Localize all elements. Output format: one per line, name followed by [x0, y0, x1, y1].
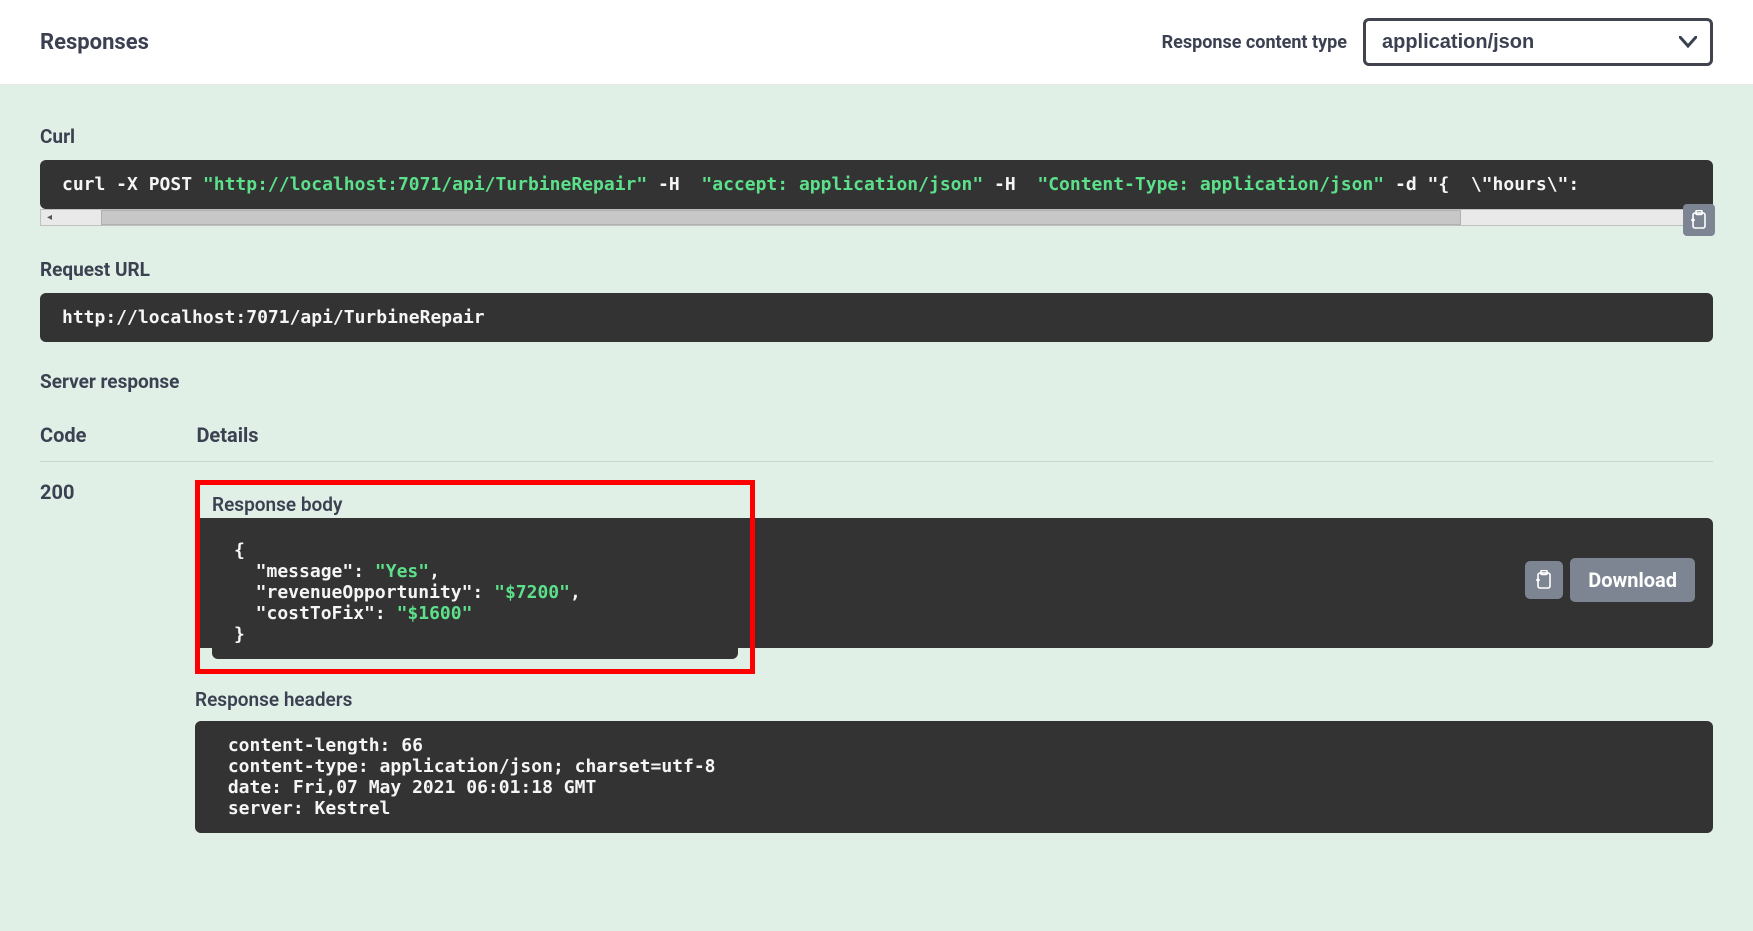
json-line: }	[234, 624, 245, 645]
curl-h2flag: -H	[983, 174, 1037, 195]
content-type-select-wrap: application/json	[1363, 18, 1713, 66]
clipboard-icon	[1535, 570, 1553, 590]
json-colon: :	[353, 561, 375, 582]
responses-header: Responses Response content type applicat…	[0, 0, 1753, 85]
server-response-label: Server response	[40, 370, 1713, 393]
curl-h1val: "accept: application/json"	[701, 174, 983, 195]
json-key: "message"	[234, 561, 353, 582]
json-comma: ,	[570, 582, 581, 603]
json-line: {	[234, 540, 245, 561]
request-url-section: Request URL http://localhost:7071/api/Tu…	[40, 258, 1713, 342]
response-table-header: Code Details	[40, 405, 1713, 462]
response-body-highlight-box: Response body { "message": "Yes", "reven…	[195, 480, 755, 674]
content-type-label: Response content type	[1162, 32, 1347, 53]
curl-section: Curl curl -X POST "http://localhost:7071…	[40, 125, 1713, 226]
response-body-section: Response body { "message": "Yes", "reven…	[195, 480, 1713, 680]
response-row: 200 Response body { "message": "Yes", "r…	[40, 480, 1713, 833]
copy-response-button[interactable]	[1525, 561, 1563, 599]
download-button[interactable]: Download	[1570, 558, 1695, 602]
curl-body: "{ \"hours\":	[1428, 174, 1580, 195]
code-column-header: Code	[40, 423, 86, 447]
curl-scrollbar[interactable]: ◂	[40, 209, 1713, 226]
response-body-label: Response body	[212, 493, 738, 516]
curl-dflag: -d	[1384, 174, 1427, 195]
response-headers-block: content-length: 66 content-type: applica…	[195, 721, 1713, 833]
response-details: Response body { "message": "Yes", "reven…	[195, 480, 1713, 833]
content-type-control: Response content type application/json	[1162, 18, 1713, 66]
json-value: "Yes"	[375, 561, 429, 582]
curl-cmd: curl -X POST	[62, 174, 203, 195]
json-key: "costToFix"	[234, 603, 375, 624]
scrollbar-thumb[interactable]	[101, 210, 1461, 225]
curl-url: "http://localhost:7071/api/TurbineRepair…	[203, 174, 647, 195]
scrollbar-left-arrow-icon[interactable]: ◂	[41, 210, 58, 225]
responses-title: Responses	[40, 30, 149, 55]
json-value: "$7200"	[494, 582, 570, 603]
curl-label: Curl	[40, 125, 1713, 148]
curl-command-block: curl -X POST "http://localhost:7071/api/…	[40, 160, 1713, 209]
json-colon: :	[375, 603, 397, 624]
json-colon: :	[472, 582, 494, 603]
curl-h2val: "Content-Type: application/json"	[1037, 174, 1384, 195]
clipboard-icon	[1690, 210, 1708, 230]
json-value: "$1600"	[397, 603, 473, 624]
main-content: Curl curl -X POST "http://localhost:7071…	[0, 85, 1753, 873]
request-url-block: http://localhost:7071/api/TurbineRepair	[40, 293, 1713, 342]
curl-h1flag: -H	[647, 174, 701, 195]
json-comma: ,	[429, 561, 440, 582]
response-body-code: { "message": "Yes", "revenueOpportunity"…	[212, 526, 738, 659]
content-type-select[interactable]: application/json	[1363, 18, 1713, 66]
copy-curl-button[interactable]	[1683, 204, 1715, 236]
response-headers-label: Response headers	[195, 688, 1713, 711]
status-code: 200	[40, 480, 85, 833]
json-key: "revenueOpportunity"	[234, 582, 472, 603]
details-column-header: Details	[196, 423, 258, 447]
request-url-label: Request URL	[40, 258, 1713, 281]
